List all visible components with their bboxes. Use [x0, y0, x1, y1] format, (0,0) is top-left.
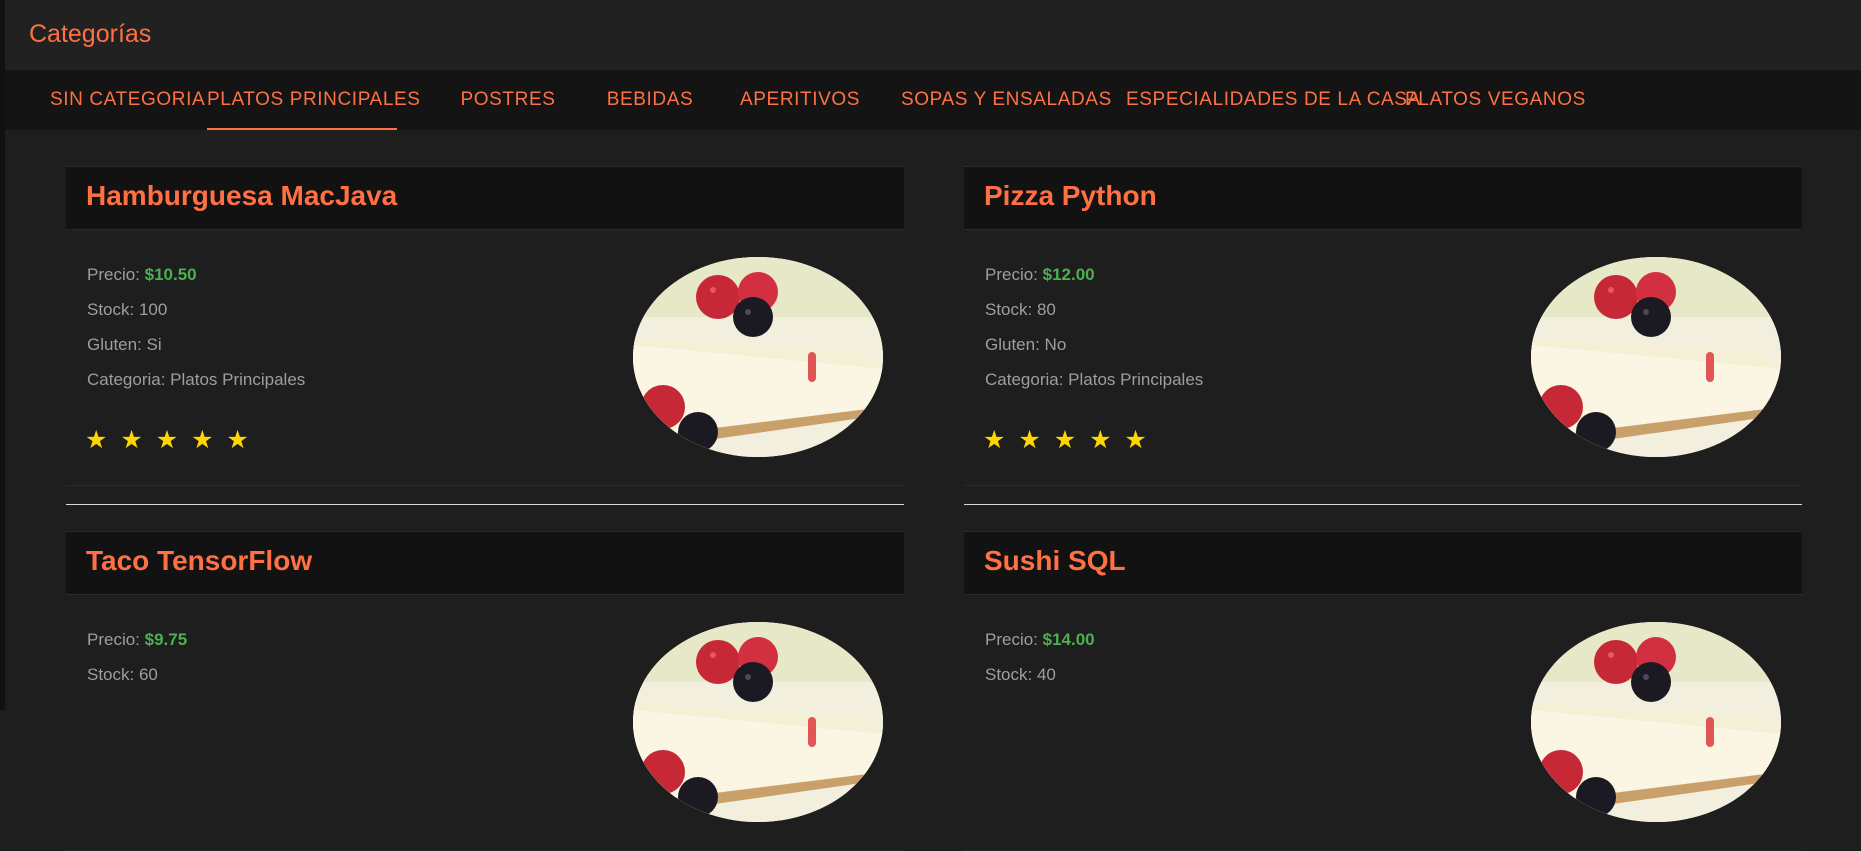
- price-value: $9.75: [144, 630, 188, 649]
- star-rating: ★ ★ ★ ★ ★: [983, 426, 1150, 454]
- gluten-line: Gluten: Si: [87, 335, 162, 355]
- category-value: Platos Principales: [170, 370, 306, 389]
- category-label: Categoria:: [985, 370, 1069, 389]
- stock-value: 60: [138, 665, 158, 684]
- card-body: Precio: $9.75 Stock: 60: [66, 595, 904, 851]
- category-line: Categoria: Platos Principales: [87, 370, 305, 390]
- price-value: $12.00: [1042, 265, 1095, 284]
- price-label: Precio:: [985, 265, 1043, 284]
- stock-value: 100: [138, 300, 168, 319]
- price-line: Precio: $10.50: [87, 265, 197, 285]
- price-line: Precio: $12.00: [985, 265, 1095, 285]
- product-name: Pizza Python: [984, 180, 1157, 211]
- gluten-line: Gluten: No: [985, 335, 1066, 355]
- cheesecake-image: [633, 257, 883, 457]
- gluten-value: Si: [146, 335, 162, 354]
- card-header: Taco TensorFlow: [66, 531, 904, 595]
- product-name: Taco TensorFlow: [86, 545, 313, 576]
- tab-sin-categoria[interactable]: SIN CATEGORIA: [50, 70, 205, 130]
- tab-bebidas[interactable]: BEBIDAS: [600, 70, 700, 130]
- category-label: Categoria:: [87, 370, 171, 389]
- stock-value: 40: [1036, 665, 1056, 684]
- gluten-label: Gluten:: [87, 335, 147, 354]
- price-line: Precio: $9.75: [87, 630, 187, 650]
- tab-sopas-y-ensaladas[interactable]: SOPAS Y ENSALADAS: [901, 70, 1111, 130]
- tab-postres[interactable]: POSTRES: [453, 70, 563, 130]
- product-card: Taco TensorFlow Precio: $9.75 Stock: 60: [66, 531, 904, 851]
- category-tabs: SIN CATEGORIA PLATOS PRINCIPALES POSTRES…: [5, 70, 1861, 130]
- page-title: Categorías: [29, 20, 152, 48]
- price-label: Precio:: [87, 630, 145, 649]
- price-label: Precio:: [87, 265, 145, 284]
- price-value: $14.00: [1042, 630, 1095, 649]
- gluten-value: No: [1044, 335, 1067, 354]
- divider: [964, 504, 1802, 505]
- stock-label: Stock:: [87, 665, 139, 684]
- tab-platos-principales[interactable]: PLATOS PRINCIPALES: [207, 70, 420, 130]
- divider: [66, 504, 904, 505]
- category-line: Categoria: Platos Principales: [985, 370, 1203, 390]
- card-header: Hamburguesa MacJava: [66, 166, 904, 230]
- stock-label: Stock:: [87, 300, 139, 319]
- price-line: Precio: $14.00: [985, 630, 1095, 650]
- stock-line: Stock: 80: [985, 300, 1056, 320]
- product-name: Sushi SQL: [984, 545, 1126, 576]
- product-name: Hamburguesa MacJava: [86, 180, 398, 211]
- card-body: Precio: $12.00 Stock: 80 Gluten: No Cate…: [964, 230, 1802, 486]
- gluten-label: Gluten:: [985, 335, 1045, 354]
- stock-label: Stock:: [985, 665, 1037, 684]
- stock-label: Stock:: [985, 300, 1037, 319]
- top-bar: Categorías: [5, 0, 1861, 70]
- price-label: Precio:: [985, 630, 1043, 649]
- cheesecake-image: [1531, 622, 1781, 822]
- stock-line: Stock: 60: [87, 665, 158, 685]
- cheesecake-image: [1531, 257, 1781, 457]
- tab-aperitivos[interactable]: APERITIVOS: [740, 70, 860, 130]
- star-rating: ★ ★ ★ ★ ★: [85, 426, 252, 454]
- card-header: Sushi SQL: [964, 531, 1802, 595]
- cheesecake-image: [633, 622, 883, 822]
- stock-line: Stock: 100: [87, 300, 167, 320]
- card-body: Precio: $14.00 Stock: 40: [964, 595, 1802, 851]
- product-card: Pizza Python Precio: $12.00 Stock: 80 Gl…: [964, 166, 1802, 486]
- card-body: Precio: $10.50 Stock: 100 Gluten: Si Cat…: [66, 230, 904, 486]
- product-card: Hamburguesa MacJava Precio: $10.50 Stock…: [66, 166, 904, 486]
- card-header: Pizza Python: [964, 166, 1802, 230]
- tab-platos-veganos[interactable]: PLATOS VEGANOS: [1405, 70, 1585, 130]
- product-card: Sushi SQL Precio: $14.00 Stock: 40: [964, 531, 1802, 851]
- category-value: Platos Principales: [1068, 370, 1204, 389]
- stock-value: 80: [1036, 300, 1056, 319]
- stock-line: Stock: 40: [985, 665, 1056, 685]
- price-value: $10.50: [144, 265, 197, 284]
- tab-especialidades-de-la-casa[interactable]: ESPECIALIDADES DE LA CASA: [1126, 70, 1420, 130]
